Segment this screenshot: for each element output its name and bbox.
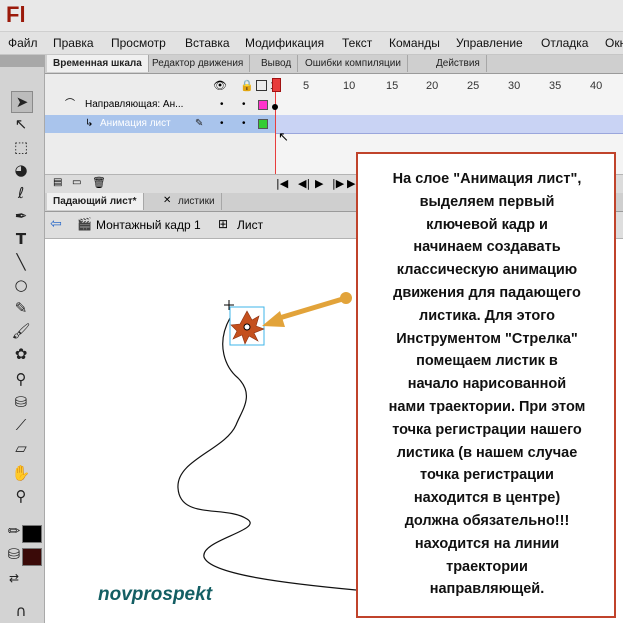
watermark: novprospekt: [98, 584, 213, 605]
callout-line: находится на линии: [414, 535, 560, 552]
callout-line: листика. Для этого: [419, 307, 555, 324]
callout-line: помещаем листик в: [416, 353, 558, 370]
callout-line: находится в центре): [413, 490, 561, 507]
instruction-callout: На слое "Анимация лист", выделяем первый…: [356, 152, 616, 618]
callout-arrowhead: [262, 311, 285, 327]
callout-line: направляющей.: [429, 581, 545, 598]
callout-line: движения для падающего: [393, 284, 581, 301]
callout-arrow-dot: [340, 292, 352, 304]
callout-line: точка регистрации нашего: [392, 421, 582, 438]
callout-line: выделяем первый: [419, 193, 555, 210]
registration-point: [243, 323, 251, 331]
callout-line: начинаем создавать: [413, 239, 561, 256]
callout-line: классическую анимацию: [396, 262, 578, 279]
callout-line: точка регистрации: [420, 467, 554, 484]
callout-line: ключевой кадр и: [426, 216, 548, 233]
callout-line: Инструментом "Стрелка": [396, 330, 578, 347]
callout-line: начало нарисованной: [407, 376, 567, 393]
callout-line: должна обязательно!!!: [404, 512, 570, 529]
callout-line: листика (в нашем случае: [396, 444, 578, 461]
callout-text: На слое "Анимация лист", выделяем первый…: [364, 168, 610, 601]
callout-line: нами траектории. При этом: [388, 398, 586, 415]
callout-line: траектории: [446, 558, 528, 575]
callout-line: На слое "Анимация лист",: [392, 171, 582, 187]
motion-guide-path: [177, 317, 357, 591]
callout-arrow: [273, 295, 349, 322]
